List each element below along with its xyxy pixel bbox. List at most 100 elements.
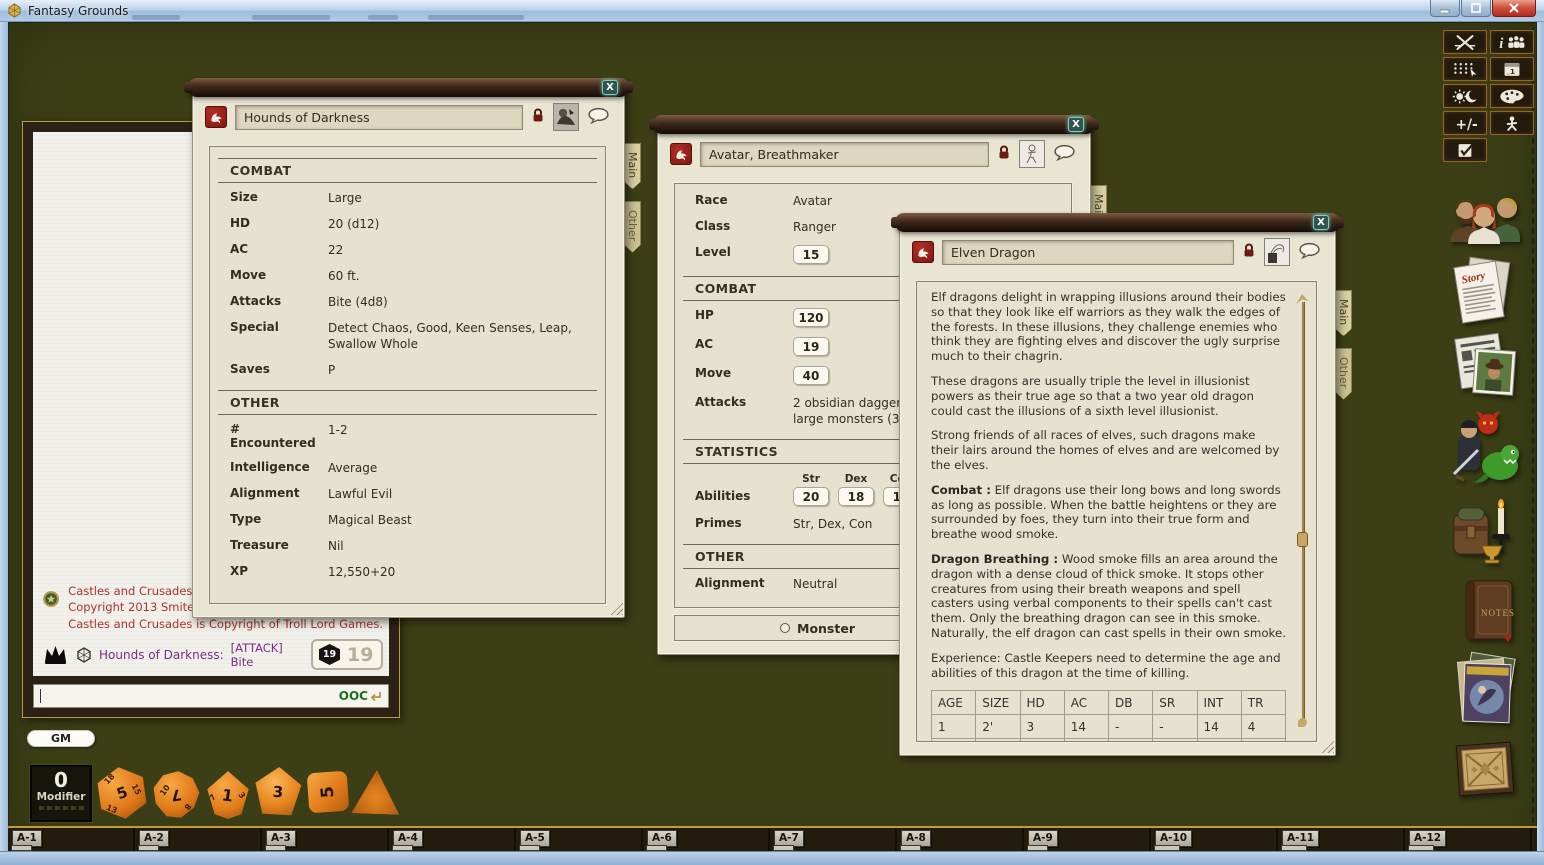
window-drag-bar[interactable] bbox=[895, 213, 1340, 232]
calendar-icon[interactable]: 1 bbox=[1490, 57, 1534, 81]
stat-input[interactable]: 19 bbox=[793, 337, 829, 356]
speech-bubble-icon[interactable] bbox=[1053, 144, 1076, 165]
gm-identity-button[interactable]: GM bbox=[27, 730, 95, 747]
die-face-value: 15 bbox=[129, 782, 142, 796]
level-input[interactable]: 15 bbox=[793, 245, 829, 264]
stat-value[interactable]: Nil bbox=[328, 538, 597, 554]
lock-icon[interactable] bbox=[997, 144, 1011, 165]
party-info-icon[interactable]: i bbox=[1490, 30, 1534, 54]
stat-input[interactable]: 40 bbox=[793, 366, 829, 385]
ability-input[interactable]: 18 bbox=[838, 487, 874, 506]
checkbox-icon[interactable] bbox=[1443, 138, 1487, 162]
minimize-button[interactable] bbox=[1430, 0, 1460, 17]
sheet-tabs: Main Other bbox=[1335, 290, 1352, 412]
stat-value[interactable]: 1-2 bbox=[328, 422, 597, 438]
stat-value[interactable]: Bite (4d8) bbox=[328, 294, 597, 310]
dragon-link-icon[interactable] bbox=[205, 106, 227, 128]
hotkey-tab[interactable]: A-2 bbox=[139, 830, 169, 847]
plus-minus-icon[interactable]: +/- bbox=[1443, 111, 1487, 135]
close-window-button[interactable]: X bbox=[602, 80, 618, 95]
hotkey-tab[interactable]: A-8 bbox=[901, 830, 931, 847]
stat-value[interactable]: Large bbox=[328, 190, 597, 206]
images-button[interactable] bbox=[1450, 328, 1518, 400]
grid-pointer-icon[interactable] bbox=[1443, 57, 1487, 81]
tab-other[interactable]: Other bbox=[1335, 348, 1352, 399]
close-window-button[interactable]: X bbox=[1068, 117, 1084, 132]
tokens-button[interactable] bbox=[1454, 740, 1516, 798]
stat-value[interactable]: 22 bbox=[328, 242, 597, 258]
stat-value[interactable]: Magical Beast bbox=[328, 512, 597, 528]
stat-row: AlignmentLawful Evil bbox=[218, 481, 597, 507]
modifier-box[interactable]: 0 Modifier bbox=[30, 765, 92, 822]
hotkey-tab[interactable]: A-10 bbox=[1155, 830, 1192, 847]
sketch-portrait[interactable] bbox=[1264, 238, 1290, 266]
fantasy-grounds-app: Castles and Crusades Copyright 2013 Smit… bbox=[0, 0, 1544, 865]
characters-button[interactable] bbox=[1446, 182, 1524, 244]
speech-bubble-icon[interactable] bbox=[587, 107, 610, 128]
titlebar[interactable]: Fantasy Grounds bbox=[0, 0, 1544, 22]
hotkey-tab[interactable]: A-12 bbox=[1409, 830, 1446, 847]
maximize-button[interactable] bbox=[1461, 0, 1491, 17]
table-header-cell: TR bbox=[1241, 691, 1285, 715]
close-button[interactable] bbox=[1492, 0, 1536, 17]
story-name-field[interactable]: Elven Dragon bbox=[942, 240, 1234, 265]
scrollbar-thumb[interactable] bbox=[1297, 532, 1308, 547]
hotkey-tab[interactable]: A-6 bbox=[647, 830, 677, 847]
die-face-value: 5 bbox=[318, 785, 339, 798]
tab-main[interactable]: Main bbox=[1335, 290, 1352, 336]
window-drag-bar[interactable] bbox=[653, 115, 1095, 134]
hotkey-tab[interactable]: A-7 bbox=[774, 830, 804, 847]
stat-input[interactable]: 120 bbox=[793, 308, 829, 327]
hotkey-bar: A-1 A-2 A-3 A-4 A-5 A-6 A-7 A-8 A-9 A-10 A-11 A-12 bbox=[8, 826, 1537, 851]
lock-icon[interactable] bbox=[531, 107, 545, 128]
window-drag-bar[interactable] bbox=[188, 78, 629, 97]
hotkey-tab[interactable]: A-9 bbox=[1028, 830, 1058, 847]
stat-value[interactable]: 20 (d12) bbox=[328, 216, 597, 232]
hotkey-tab[interactable]: A-4 bbox=[393, 830, 423, 847]
story-paragraph-lead: Dragon Breathing : bbox=[931, 552, 1058, 566]
hotkey-tab[interactable]: A-5 bbox=[520, 830, 550, 847]
scrollbar[interactable] bbox=[1299, 294, 1307, 727]
gm-crown-icon bbox=[42, 644, 69, 665]
day-night-icon[interactable] bbox=[1443, 84, 1487, 108]
die-d6[interactable]: 5 bbox=[307, 771, 350, 814]
stat-value[interactable]: Average bbox=[328, 460, 597, 476]
token-portrait[interactable] bbox=[553, 103, 579, 131]
stat-value[interactable]: 12,550+20 bbox=[328, 564, 597, 580]
story-paragraph: Elf dragons delight in wrapping illusion… bbox=[931, 290, 1286, 364]
crossed-swords-icon[interactable] bbox=[1443, 30, 1487, 54]
modules-button[interactable] bbox=[1452, 650, 1524, 726]
monster-radio[interactable]: Monster bbox=[780, 621, 855, 636]
sketch-portrait[interactable] bbox=[1019, 140, 1045, 168]
stat-value[interactable]: Avatar bbox=[793, 193, 1063, 209]
hotkey-tab[interactable]: A-1 bbox=[12, 830, 42, 847]
notes-button[interactable]: NOTES bbox=[1460, 578, 1518, 642]
stat-value[interactable]: P bbox=[328, 362, 597, 378]
sheet-name-field[interactable]: Hounds of Darkness bbox=[235, 105, 523, 130]
items-button[interactable] bbox=[1448, 494, 1520, 564]
sheet-name-field[interactable]: Avatar, Breathmaker bbox=[700, 142, 989, 167]
die-result-badge: 19 bbox=[319, 644, 340, 665]
palette-icon[interactable] bbox=[1490, 84, 1534, 108]
table-cell: - bbox=[1153, 739, 1197, 742]
table-cell: - bbox=[1109, 739, 1153, 742]
dragon-link-icon[interactable] bbox=[670, 143, 692, 165]
chat-input[interactable]: OOC bbox=[33, 684, 389, 708]
npcs-button[interactable] bbox=[1444, 410, 1526, 490]
person-icon[interactable] bbox=[1490, 111, 1534, 135]
stat-value[interactable]: 60 ft. bbox=[328, 268, 597, 284]
text-caret bbox=[40, 689, 41, 703]
ability-input[interactable]: 20 bbox=[793, 487, 829, 506]
hotkey-tab[interactable]: A-11 bbox=[1282, 830, 1319, 847]
close-window-button[interactable]: X bbox=[1313, 215, 1329, 230]
tab-other[interactable]: Other bbox=[624, 201, 641, 252]
dragon-link-icon[interactable] bbox=[912, 241, 934, 263]
stat-value[interactable]: Detect Chaos, Good, Keen Senses, Leap, S… bbox=[328, 320, 597, 352]
lock-icon[interactable] bbox=[1242, 242, 1256, 263]
stat-row: XP12,550+20 bbox=[218, 559, 597, 585]
stat-value[interactable]: Lawful Evil bbox=[328, 486, 597, 502]
tab-main[interactable]: Main bbox=[624, 143, 641, 189]
story-button[interactable]: Story bbox=[1452, 254, 1514, 326]
hotkey-tab[interactable]: A-3 bbox=[266, 830, 296, 847]
speech-bubble-icon[interactable] bbox=[1298, 242, 1321, 263]
